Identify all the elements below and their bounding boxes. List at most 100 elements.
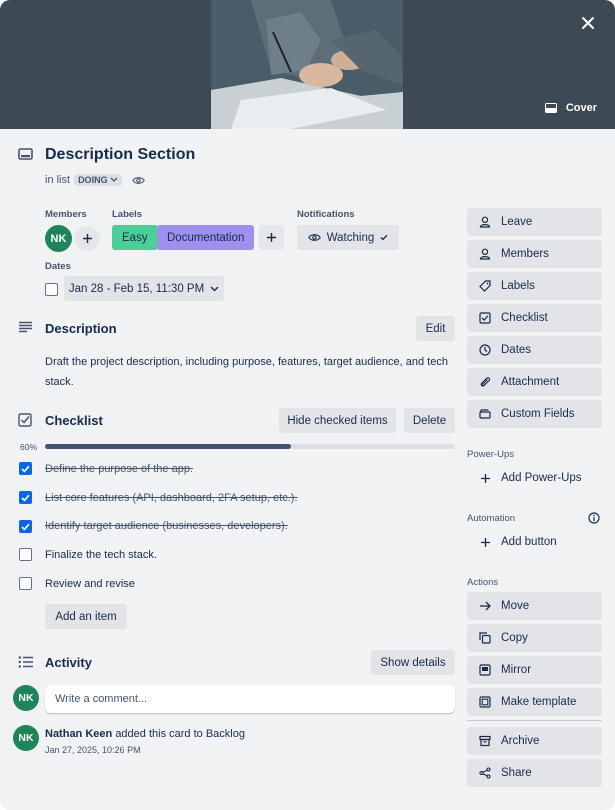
custom-fields-button[interactable]: Custom Fields (467, 400, 602, 428)
activity-action: added this card to Backlog (115, 728, 245, 740)
checklist-heading[interactable]: Checklist (45, 413, 103, 428)
checklist-item[interactable] (19, 548, 32, 561)
activity-time[interactable]: Jan 27, 2025, 10:26 PM (45, 745, 141, 755)
plus-icon (83, 234, 92, 243)
archive-icon (478, 734, 492, 748)
make-template-button[interactable]: Make template (467, 688, 602, 716)
label-chip-easy[interactable]: Easy (112, 225, 158, 250)
edit-description-button[interactable]: Edit (416, 316, 455, 341)
close-button[interactable] (575, 10, 601, 36)
automation-heading: Automation (467, 513, 516, 524)
add-powerups-button[interactable]: Add Power-Ups (467, 464, 602, 492)
info-icon[interactable] (588, 512, 600, 524)
avatar[interactable]: NK (45, 225, 72, 252)
checklist-item[interactable] (19, 520, 32, 533)
check-icon (21, 465, 30, 472)
dates-button[interactable]: Jan 28 - Feb 15, 11:30 PM (64, 276, 224, 301)
notifications-label: Notifications (297, 209, 355, 220)
checklist-button-label: Checklist (501, 312, 548, 324)
eye-icon[interactable] (132, 173, 146, 187)
make-template-label: Make template (501, 696, 577, 708)
card-title[interactable]: Description Section (45, 146, 195, 164)
in-list-line: in list DOING (45, 173, 146, 187)
cover-icon (544, 101, 558, 115)
dates-sidebar-button[interactable]: Dates (467, 336, 602, 364)
activity-user[interactable]: Nathan Keen (45, 728, 112, 740)
checklist-item-checkbox[interactable] (19, 577, 32, 590)
checklist-item[interactable] (19, 577, 32, 590)
members-button[interactable]: Members (467, 240, 602, 268)
checklist-item-text[interactable]: Identify target audience (businesses, de… (45, 520, 288, 532)
members-label: Members (45, 209, 87, 220)
checklist-item[interactable] (19, 462, 32, 475)
attachment-button[interactable]: Attachment (467, 368, 602, 396)
checklist-item-text[interactable]: Define the purpose of the app. (45, 463, 193, 475)
labels-label: Labels (112, 209, 143, 220)
plus-icon (267, 233, 276, 242)
description-text[interactable]: Draft the project description, including… (45, 352, 455, 392)
checklist-item-checkbox[interactable] (19, 491, 32, 504)
add-checklist-item-button[interactable]: Add an item (45, 604, 127, 629)
check-icon (21, 523, 30, 530)
custom-fields-icon (478, 407, 492, 421)
activity-icon (18, 656, 34, 668)
checklist-item-text[interactable]: List core features (API, dashboard, 2FA … (45, 492, 298, 504)
copy-icon (478, 631, 492, 645)
plus-icon (478, 535, 492, 549)
avatar[interactable]: NK (13, 725, 39, 751)
share-button[interactable]: Share (467, 759, 602, 787)
show-details-button[interactable]: Show details (371, 650, 455, 675)
share-label: Share (501, 767, 532, 779)
dates-label: Dates (45, 261, 71, 272)
person-icon (478, 247, 492, 261)
cover-image (211, 0, 403, 129)
leave-label: Leave (501, 216, 533, 228)
archive-button[interactable]: Archive (467, 727, 602, 755)
checklist-item-text[interactable]: Finalize the tech stack. (45, 549, 157, 561)
add-label-button[interactable] (259, 225, 284, 250)
tag-icon (478, 279, 492, 293)
checklist-icon (18, 413, 32, 427)
description-icon (18, 321, 33, 333)
checklist-item-checkbox[interactable] (19, 520, 32, 533)
checklist-button[interactable]: Checklist (467, 304, 602, 332)
add-automation-button[interactable]: Add button (467, 528, 602, 556)
person-icon (478, 215, 492, 229)
cover-button-label: Cover (565, 102, 597, 114)
labels-button[interactable]: Labels (467, 272, 602, 300)
checklist-item-text[interactable]: Review and revise (45, 578, 135, 590)
archive-label: Archive (501, 735, 540, 747)
description-heading: Description (45, 321, 117, 336)
mirror-button[interactable]: Mirror (467, 656, 602, 684)
share-icon (478, 766, 492, 780)
delete-checklist-button[interactable]: Delete (404, 408, 455, 433)
in-list-prefix: in list (45, 174, 71, 186)
copy-button[interactable]: Copy (467, 624, 602, 652)
arrow-right-icon (478, 599, 492, 613)
label-chip-documentation[interactable]: Documentation (157, 225, 255, 250)
cover-button[interactable]: Cover (544, 98, 597, 118)
add-member-button[interactable] (75, 226, 100, 251)
leave-button[interactable]: Leave (467, 208, 602, 236)
check-icon (380, 234, 388, 241)
checklist-item-checkbox[interactable] (19, 548, 32, 561)
copy-label: Copy (501, 632, 528, 644)
hide-checked-button[interactable]: Hide checked items (279, 408, 396, 433)
checklist-progress-fill (45, 444, 291, 449)
check-icon (21, 494, 30, 501)
checklist-item-checkbox[interactable] (19, 462, 32, 475)
card-cover: Cover (0, 0, 615, 129)
checklist-item[interactable] (19, 491, 32, 504)
move-button[interactable]: Move (467, 592, 602, 620)
members-button-label: Members (501, 248, 549, 260)
avatar: NK (13, 685, 39, 711)
template-icon (478, 695, 492, 709)
comment-input[interactable]: Write a comment... (45, 685, 455, 713)
dates-checkbox[interactable] (45, 283, 58, 296)
watching-button[interactable]: Watching (297, 225, 399, 250)
mirror-icon (478, 663, 492, 677)
move-label: Move (501, 600, 530, 612)
mirror-label: Mirror (501, 664, 532, 676)
list-selector[interactable]: DOING (74, 174, 122, 186)
labels-button-label: Labels (501, 280, 535, 292)
